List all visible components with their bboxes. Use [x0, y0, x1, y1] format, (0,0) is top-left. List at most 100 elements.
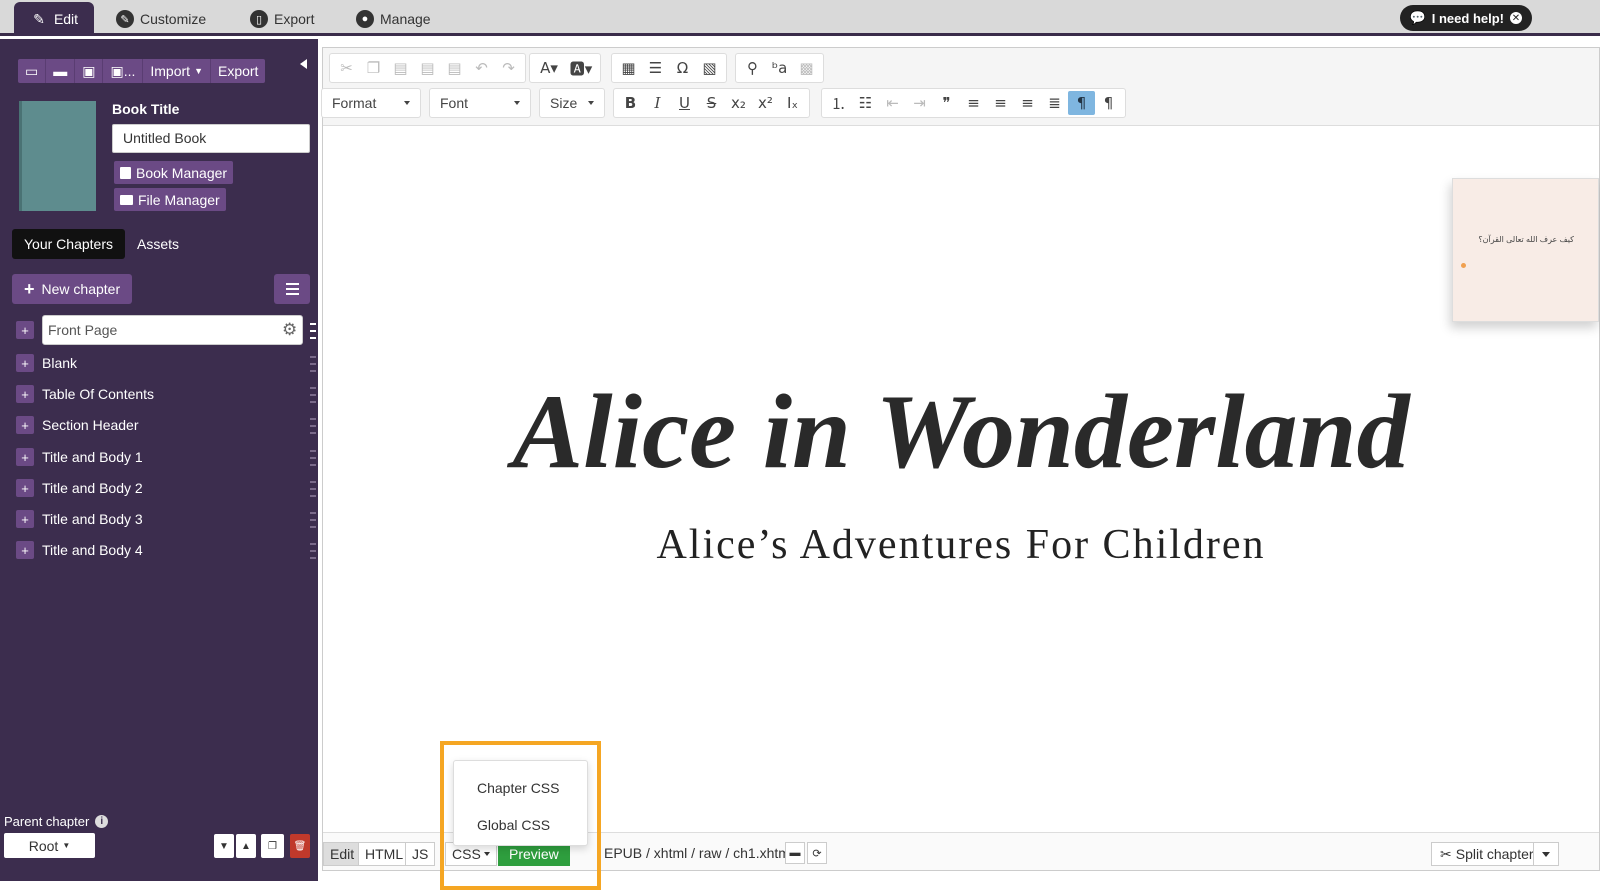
indent-icon[interactable]: ⇥: [906, 91, 933, 115]
align-right-icon[interactable]: ≡: [1014, 91, 1041, 115]
tab-edit[interactable]: ✎ Edit: [14, 2, 94, 36]
redo-icon[interactable]: ↷: [495, 56, 522, 80]
book-title-input[interactable]: Untitled Book: [112, 124, 310, 153]
add-subchapter-icon[interactable]: +: [16, 416, 34, 434]
chapter-item-section-header[interactable]: + Section Header: [16, 414, 316, 440]
chapter-item-title-body-3[interactable]: + Title and Body 3: [16, 508, 316, 534]
undo-icon[interactable]: ↶: [468, 56, 495, 80]
copy-icon[interactable]: ❐: [360, 56, 387, 80]
save-button[interactable]: ▣: [75, 59, 104, 83]
ltr-direction-icon[interactable]: ¶: [1068, 91, 1095, 115]
select-all-icon[interactable]: ▩: [793, 56, 820, 80]
blockquote-icon[interactable]: ❞: [933, 91, 960, 115]
open-folder-button[interactable]: ▬: [46, 59, 76, 83]
align-center-icon[interactable]: ≡: [987, 91, 1014, 115]
file-manager-button[interactable]: File Manager: [114, 188, 226, 211]
mode-edit-button[interactable]: Edit: [323, 842, 362, 866]
export-button[interactable]: Export: [211, 59, 265, 83]
folder-icon[interactable]: ▬: [785, 842, 805, 864]
mode-html-button[interactable]: HTML: [358, 842, 411, 866]
chapter-menu-button[interactable]: [274, 274, 310, 304]
delete-button[interactable]: 🗑: [290, 834, 310, 858]
page-thumbnail[interactable]: كيف عرف الله تعالى القرآن؟: [1452, 178, 1599, 322]
remove-format-icon[interactable]: Iₓ: [779, 91, 806, 115]
superscript-icon[interactable]: x²: [752, 91, 779, 115]
chapter-item-front-page[interactable]: + Front Page ⚙: [16, 315, 316, 345]
save-as-button[interactable]: ▣...: [103, 59, 144, 83]
table-icon[interactable]: ▦: [615, 56, 642, 80]
split-options-button[interactable]: [1533, 842, 1559, 866]
text-color-icon[interactable]: A▾: [533, 56, 565, 80]
add-subchapter-icon[interactable]: +: [16, 385, 34, 403]
book-cover[interactable]: [19, 101, 96, 211]
add-subchapter-icon[interactable]: +: [16, 510, 34, 528]
editor-content[interactable]: Alice in Wonderland Alice’s Adventures F…: [323, 126, 1599, 832]
chapter-item-title-body-4[interactable]: + Title and Body 4: [16, 539, 316, 565]
drag-handle-icon[interactable]: [310, 543, 316, 559]
parent-chapter-label: Parent chapter i: [4, 814, 109, 829]
add-subchapter-icon[interactable]: +: [16, 354, 34, 372]
tab-customize[interactable]: ✎ Customize: [104, 2, 218, 36]
paste-text-icon[interactable]: ▤: [414, 56, 441, 80]
chapter-item-blank[interactable]: + Blank: [16, 352, 316, 378]
collapse-sidebar-icon[interactable]: [300, 59, 307, 69]
format-dropdown[interactable]: Format: [321, 88, 421, 118]
background-color-icon[interactable]: 🅰▾: [565, 56, 597, 80]
italic-icon[interactable]: I: [644, 91, 671, 115]
outdent-icon[interactable]: ⇤: [879, 91, 906, 115]
subscript-icon[interactable]: x₂: [725, 91, 752, 115]
tab-assets[interactable]: Assets: [125, 229, 191, 259]
underline-icon[interactable]: U: [671, 91, 698, 115]
import-button[interactable]: Import ▼: [143, 59, 211, 83]
add-subchapter-icon[interactable]: +: [16, 541, 34, 559]
strikethrough-icon[interactable]: S: [698, 91, 725, 115]
align-justify-icon[interactable]: ≣: [1041, 91, 1068, 115]
close-icon[interactable]: ✕: [1510, 12, 1522, 24]
drag-handle-icon[interactable]: [310, 323, 316, 339]
move-up-button[interactable]: ▲: [236, 834, 256, 858]
new-chapter-button[interactable]: + New chapter: [12, 274, 133, 304]
help-button[interactable]: 💬 I need help! ✕: [1399, 5, 1532, 31]
font-dropdown[interactable]: Font: [429, 88, 531, 118]
html-block-icon[interactable]: ▧: [696, 56, 723, 80]
chapter-item-table-of-contents[interactable]: + Table Of Contents: [16, 383, 316, 409]
bulleted-list-icon[interactable]: ☷: [852, 91, 879, 115]
paste-icon[interactable]: ▤: [387, 56, 414, 80]
bold-icon[interactable]: B: [617, 91, 644, 115]
align-left-icon[interactable]: ≡: [960, 91, 987, 115]
drag-handle-icon[interactable]: [310, 387, 316, 403]
add-subchapter-icon[interactable]: +: [16, 479, 34, 497]
split-chapter-button[interactable]: ✂ Split chapter: [1431, 842, 1543, 866]
paste-word-icon[interactable]: ▤: [441, 56, 468, 80]
horizontal-line-icon[interactable]: ☰: [642, 56, 669, 80]
move-down-button[interactable]: ▼: [214, 834, 234, 858]
replace-icon[interactable]: ᵇa: [766, 56, 793, 80]
chapter-item-title-body-2[interactable]: + Title and Body 2: [16, 477, 316, 503]
book-manager-button[interactable]: Book Manager: [114, 161, 234, 184]
duplicate-button[interactable]: ❐: [261, 834, 284, 858]
drag-handle-icon[interactable]: [310, 481, 316, 497]
cut-icon[interactable]: ✂: [333, 56, 360, 80]
numbered-list-icon[interactable]: ⒈: [825, 91, 852, 115]
rtl-direction-icon[interactable]: ¶: [1095, 91, 1122, 115]
special-char-icon[interactable]: Ω: [669, 56, 696, 80]
mode-js-button[interactable]: JS: [405, 842, 436, 866]
drag-handle-icon[interactable]: [310, 512, 316, 528]
parent-chapter-select[interactable]: Root ▼: [4, 833, 95, 858]
size-dropdown[interactable]: Size: [539, 88, 605, 118]
refresh-icon[interactable]: ⟳: [807, 842, 827, 864]
drag-handle-icon[interactable]: [310, 418, 316, 434]
search-icon[interactable]: ⚲: [739, 56, 766, 80]
tab-your-chapters[interactable]: Your Chapters: [12, 229, 125, 259]
add-subchapter-icon[interactable]: +: [16, 448, 34, 466]
tab-export[interactable]: ▯ Export: [238, 2, 326, 36]
chapter-item-title-body-1[interactable]: + Title and Body 1: [16, 446, 316, 472]
drag-handle-icon[interactable]: [310, 356, 316, 372]
info-icon[interactable]: i: [95, 815, 109, 828]
gear-icon[interactable]: ⚙: [282, 320, 297, 340]
tab-manage[interactable]: ● Manage: [344, 2, 443, 36]
chapter-label: Table Of Contents: [42, 386, 155, 402]
drag-handle-icon[interactable]: [310, 450, 316, 466]
add-subchapter-icon[interactable]: +: [16, 321, 34, 339]
new-file-button[interactable]: ▭: [18, 59, 47, 83]
